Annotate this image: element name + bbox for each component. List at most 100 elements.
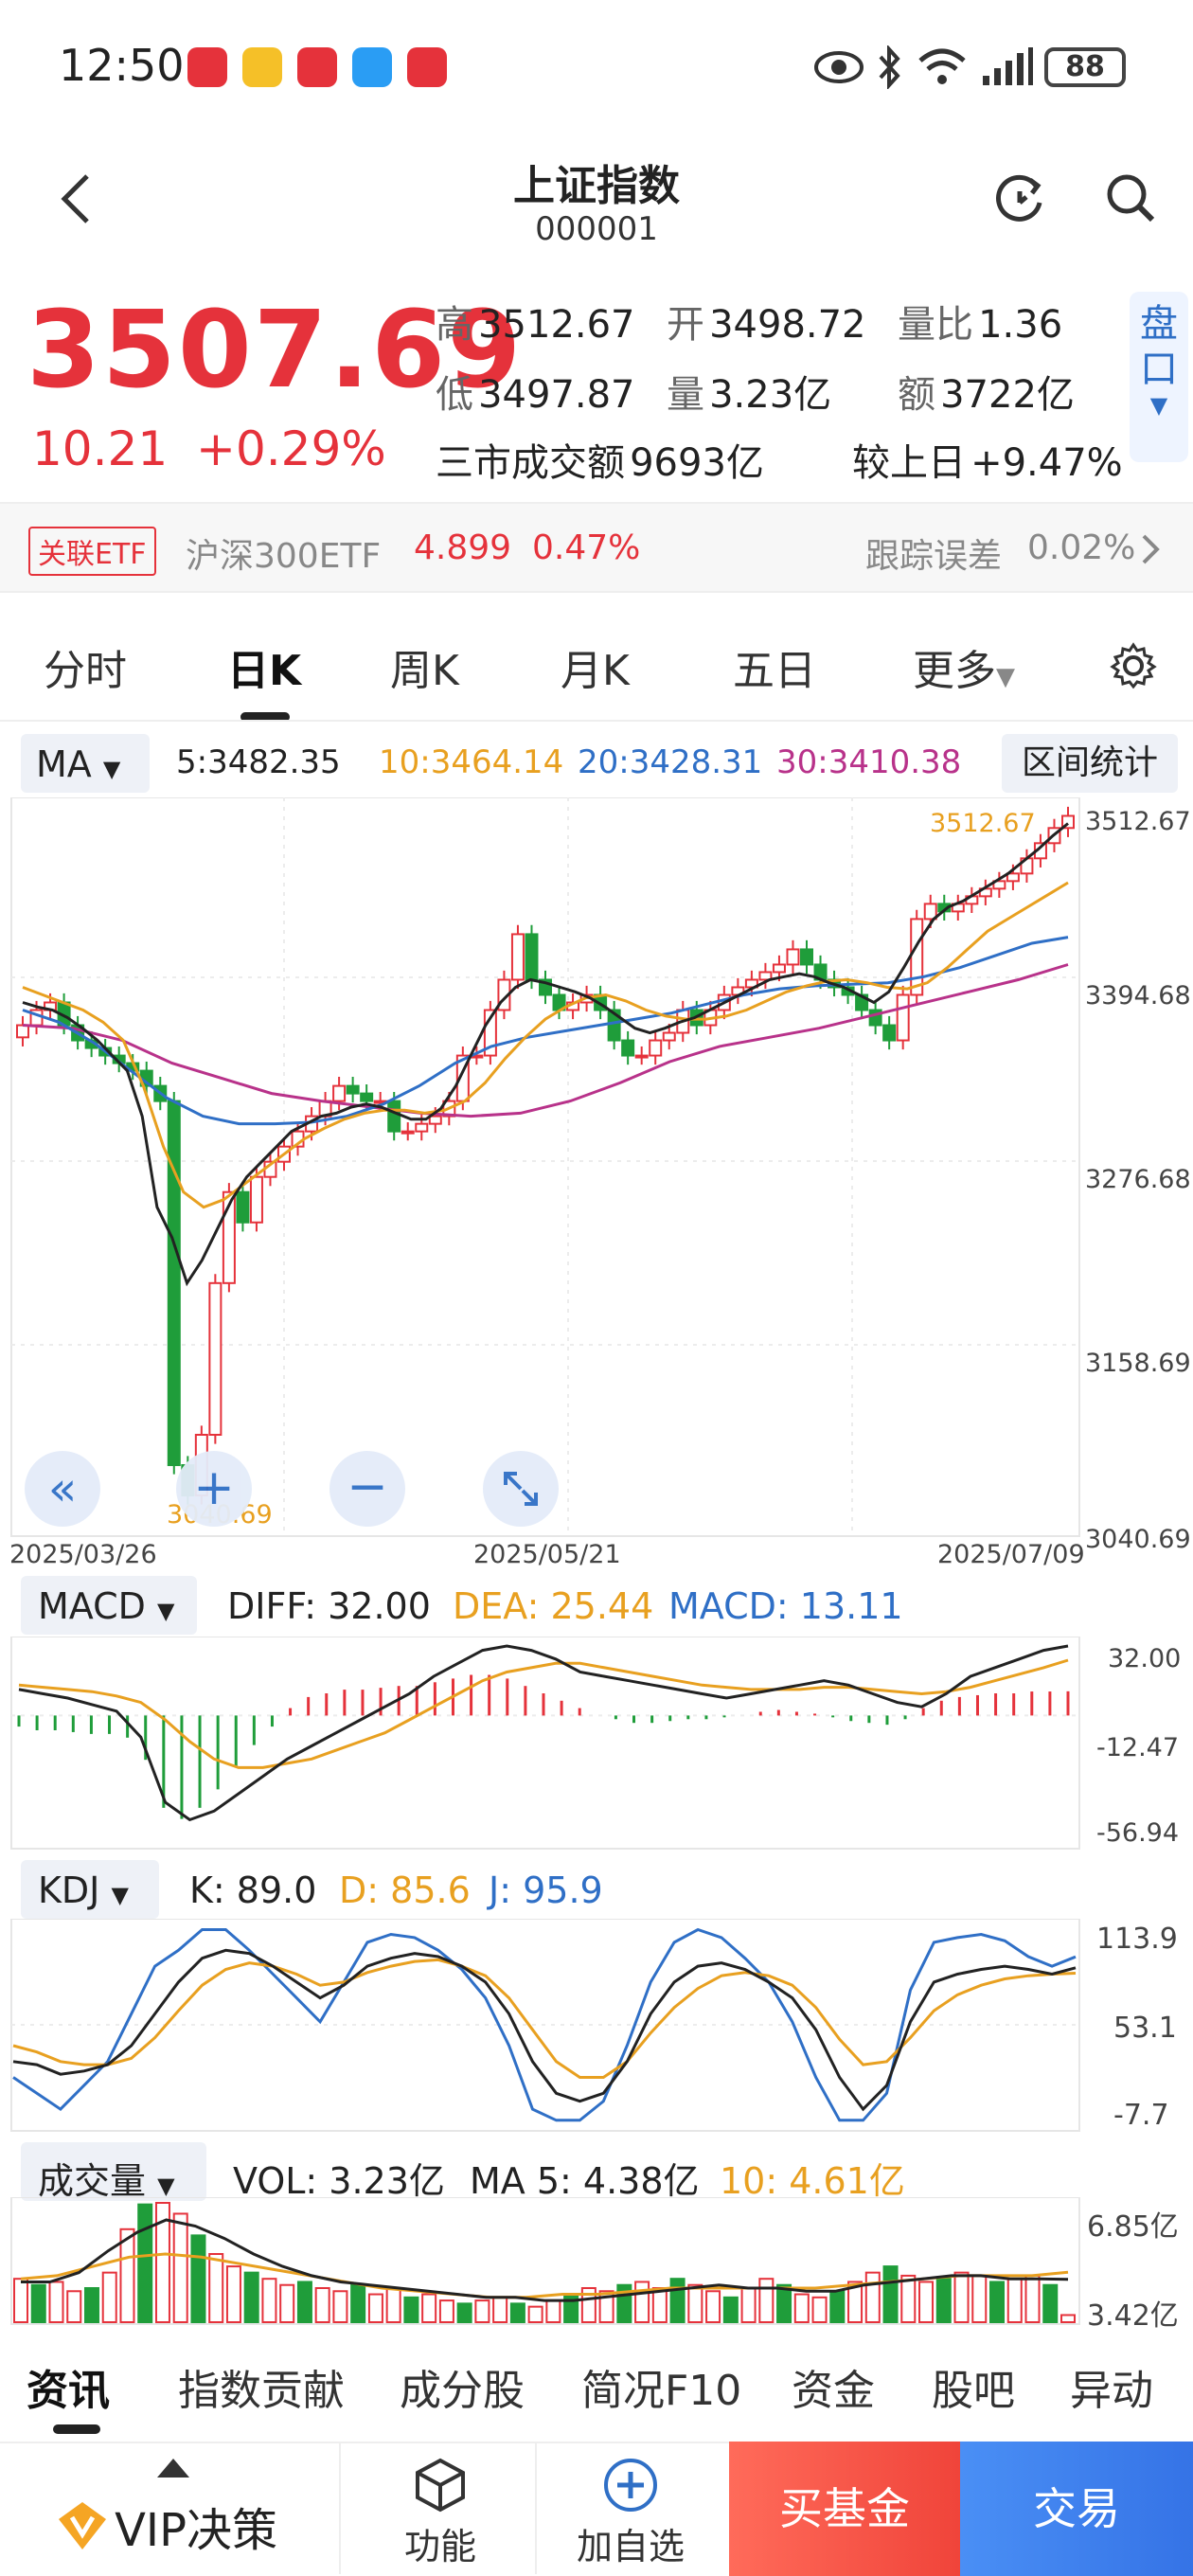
volume-bar bbox=[811, 2296, 828, 2324]
etf-tag: 关联ETF bbox=[28, 527, 156, 576]
volume-bar bbox=[101, 2271, 117, 2323]
divider bbox=[535, 2443, 537, 2574]
volume-bar bbox=[48, 2281, 64, 2323]
candle-body bbox=[786, 948, 800, 966]
quote-volume-ratio: 量比 1.36 bbox=[898, 303, 1063, 347]
tracking-error-value: 0.02% bbox=[1027, 528, 1136, 567]
tab-news[interactable]: 资讯 bbox=[27, 2356, 110, 2417]
volume-bar bbox=[705, 2290, 721, 2323]
change-value: 10.21 bbox=[32, 421, 169, 476]
kdj-y-tick-3: -7.7 bbox=[1113, 2099, 1169, 2132]
volume-bar bbox=[332, 2290, 348, 2323]
volume-bar bbox=[793, 2293, 810, 2324]
candlestick-chart[interactable] bbox=[0, 797, 1193, 1574]
vs-previous-day: 较上日 +9.47% bbox=[852, 441, 1123, 485]
tab-constituents[interactable]: 成分股 bbox=[400, 2356, 525, 2417]
buy-fund-button[interactable]: 买基金 bbox=[729, 2442, 960, 2576]
tab-capital[interactable]: 资金 bbox=[792, 2356, 875, 2417]
caret-down-icon: ▼ bbox=[102, 756, 121, 782]
volume-bar bbox=[172, 2212, 188, 2324]
candle-body bbox=[415, 1122, 429, 1133]
volume-ma10: 10: 4.61亿 bbox=[720, 2160, 905, 2202]
trade-button[interactable]: 交易 bbox=[960, 2442, 1193, 2576]
volume-bar bbox=[279, 2283, 295, 2323]
x-label-end: 2025/07/09 bbox=[937, 1540, 1085, 1569]
refresh-icon[interactable] bbox=[992, 170, 1047, 225]
candle-body bbox=[360, 1092, 374, 1102]
tab-five-day[interactable]: 五日 bbox=[733, 636, 816, 697]
vip-decision-button[interactable]: VIP决策 bbox=[55, 2493, 277, 2559]
divider bbox=[339, 2443, 341, 2574]
tab-forum[interactable]: 股吧 bbox=[932, 2356, 1015, 2417]
kdj-selector[interactable]: KDJ ▼ bbox=[21, 1860, 159, 1919]
candle-body bbox=[510, 933, 525, 981]
volume-bar bbox=[225, 2265, 241, 2324]
candle-body bbox=[428, 1115, 442, 1125]
active-tab-indicator bbox=[53, 2424, 100, 2434]
tab-index-contribution[interactable]: 指数贡献 bbox=[178, 2356, 345, 2417]
quote-amount: 额 3722亿 bbox=[898, 373, 1075, 417]
search-icon[interactable] bbox=[1103, 170, 1158, 225]
ma30-value: 30:3410.38 bbox=[776, 743, 962, 781]
volume-bar bbox=[563, 2293, 579, 2324]
macd-value: MACD: 13.11 bbox=[668, 1585, 903, 1627]
volume-ma5: MA 5: 4.38亿 bbox=[470, 2160, 700, 2202]
zoom-out-button[interactable]: − bbox=[329, 1451, 405, 1527]
volume-bar bbox=[350, 2283, 366, 2323]
diff-line bbox=[18, 1644, 1069, 1822]
status-bar: 12:50 88 bbox=[0, 0, 1193, 133]
y-tick-2: 3394.68 bbox=[1085, 981, 1191, 1011]
scroll-left-button[interactable]: « bbox=[25, 1451, 100, 1527]
volume-y-tick-1: 6.85亿 bbox=[1087, 2210, 1179, 2244]
add-watchlist-button[interactable]: 加自选 bbox=[574, 2457, 687, 2569]
function-button[interactable]: 功能 bbox=[398, 2457, 483, 2569]
caret-up-icon[interactable] bbox=[155, 2457, 191, 2479]
weibo-app-icon bbox=[242, 47, 282, 87]
tab-daily-k[interactable]: 日K bbox=[227, 636, 301, 697]
macd-dea: DEA: 25.44 bbox=[453, 1585, 654, 1627]
order-book-button[interactable]: 盘口 ▼ bbox=[1130, 292, 1188, 462]
tab-profile-f10[interactable]: 简况F10 bbox=[581, 2356, 741, 2417]
volume-bar bbox=[30, 2283, 46, 2323]
tab-intraday[interactable]: 分时 bbox=[44, 636, 127, 697]
volume-selector[interactable]: 成交量 ▼ bbox=[21, 2142, 206, 2202]
quote-high: 高 3512.67 bbox=[436, 303, 635, 347]
macd-selector[interactable]: MACD ▼ bbox=[21, 1576, 197, 1635]
quote-open: 开 3498.72 bbox=[667, 303, 866, 347]
fullscreen-button[interactable] bbox=[483, 1451, 559, 1527]
tab-weekly-k[interactable]: 周K bbox=[390, 636, 459, 697]
tab-monthly-k[interactable]: 月K bbox=[561, 636, 630, 697]
cube-icon bbox=[416, 2458, 465, 2513]
volume-y-tick-2: 3.42亿 bbox=[1087, 2299, 1179, 2333]
candle-body bbox=[800, 948, 813, 966]
kdj-chart[interactable] bbox=[0, 1919, 1193, 2137]
y-tick-3: 3276.68 bbox=[1085, 1165, 1191, 1194]
volume-bar bbox=[900, 2274, 917, 2323]
zoom-in-button[interactable]: + bbox=[176, 1451, 252, 1527]
market-turnover: 三市成交额 9693亿 bbox=[436, 441, 764, 485]
tab-movement[interactable]: 异动 bbox=[1070, 2356, 1153, 2417]
volume-chart[interactable] bbox=[0, 2197, 1193, 2328]
volume-bar bbox=[971, 2274, 988, 2323]
ma-selector[interactable]: MA ▼ bbox=[21, 734, 150, 793]
ma10-value: 10:3464.14 bbox=[379, 743, 564, 781]
wifi-icon bbox=[918, 48, 966, 84]
volume-bar bbox=[1042, 2283, 1059, 2323]
y-tick-4: 3158.69 bbox=[1085, 1349, 1191, 1378]
candle-body bbox=[387, 1100, 401, 1133]
candle-body bbox=[346, 1084, 360, 1095]
tab-more[interactable]: 更多▼ bbox=[913, 636, 1015, 697]
etf-name: 沪深300ETF bbox=[186, 537, 382, 576]
volume-bar bbox=[829, 2290, 846, 2323]
y-tick-5: 3040.69 bbox=[1085, 1525, 1191, 1554]
range-stats-button[interactable]: 区间统计 bbox=[1002, 734, 1178, 793]
candle-body bbox=[634, 1054, 649, 1059]
macd-chart[interactable] bbox=[0, 1637, 1193, 1854]
volume-bar bbox=[545, 2299, 561, 2324]
ma20-value: 20:3428.31 bbox=[578, 743, 763, 781]
candle-body bbox=[882, 1024, 897, 1042]
gear-icon[interactable] bbox=[1110, 642, 1157, 689]
clock: 12:50 bbox=[59, 40, 185, 91]
related-etf-bar[interactable]: 关联ETF 沪深300ETF 4.899 0.47% 跟踪误差 0.02% bbox=[0, 502, 1193, 593]
kdj-j: J: 95.9 bbox=[489, 1869, 603, 1911]
